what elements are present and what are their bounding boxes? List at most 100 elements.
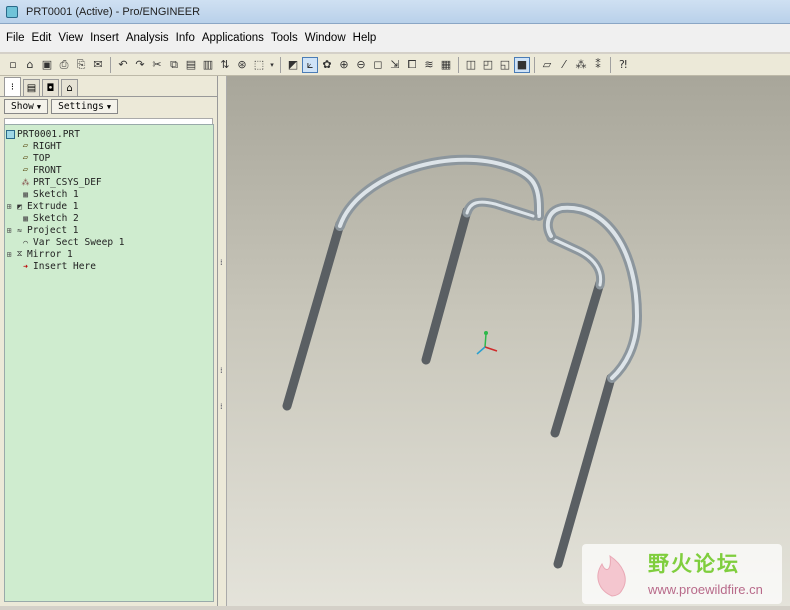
tree-item-prt0001[interactable]: PRT0001.PRT — [5, 128, 213, 140]
menu-tools[interactable]: Tools — [268, 32, 301, 44]
email-icon[interactable]: ✉ — [90, 57, 106, 73]
tree-item-label: FRONT — [33, 164, 62, 176]
context-help-icon[interactable]: ⁈ — [615, 57, 631, 73]
panel-sash[interactable]: ⁞ ⁞ ⁞ — [218, 76, 227, 606]
tree-item-right[interactable]: ▱ RIGHT — [5, 140, 213, 152]
tree-item-label: PRT0001.PRT — [17, 128, 80, 140]
graphics-window[interactable] — [227, 76, 790, 606]
regenerate-icon[interactable]: ⇅ — [217, 57, 233, 73]
folder-browser-tab[interactable]: ▤ — [23, 79, 40, 96]
mirror-icon: ⧖ — [16, 249, 23, 258]
tree-item-mirror-1[interactable]: ⊞ ⧖ Mirror 1 — [5, 248, 213, 260]
model-view — [282, 154, 643, 569]
shading-icon[interactable]: ■ — [514, 56, 530, 73]
wireframe-icon[interactable]: ◫ — [463, 57, 479, 73]
print-icon[interactable]: ⎙ — [56, 57, 72, 73]
coordinate-systems-icon[interactable]: ⁑ — [590, 57, 606, 73]
tree-item-project-1[interactable]: ⊞ ≈ Project 1 — [5, 224, 213, 236]
watermark: 野火论坛 www.proewildfire.cn — [582, 544, 782, 604]
model-tree-tab[interactable]: ⁝ — [4, 77, 21, 96]
select-box-icon[interactable]: ⬚ — [251, 57, 267, 73]
datum-planes-icon[interactable]: ⏥ — [539, 57, 555, 73]
tree-item-top[interactable]: ▱ TOP — [5, 152, 213, 164]
saved-views-icon[interactable]: ⧠ — [404, 57, 420, 73]
chevron-down-icon[interactable]: ▾ — [268, 57, 276, 73]
cut-icon[interactable]: ✂ — [149, 57, 165, 73]
tree-item-label: RIGHT — [33, 140, 62, 152]
menu-applications[interactable]: Applications — [199, 32, 267, 44]
extrude-icon: ◩ — [17, 201, 22, 211]
menu-view[interactable]: View — [55, 32, 86, 44]
sketch-icon: ▩ — [23, 213, 28, 223]
copy-icon[interactable]: ⧉ — [166, 57, 182, 73]
settings-button[interactable]: Settings ▼ — [51, 99, 119, 114]
tree-item-label: Mirror 1 — [27, 248, 73, 260]
sketch-icon: ▩ — [23, 189, 28, 199]
zoom-in-icon[interactable]: ⊕ — [336, 57, 352, 73]
toolbar-separator — [280, 56, 281, 73]
wire-arc-left — [335, 154, 544, 231]
forum-logo-icon — [597, 554, 626, 597]
tree-item-label: Extrude 1 — [27, 200, 79, 212]
tree-item-label: PRT_CSYS_DEF — [33, 176, 102, 188]
insert-here-icon: ➜ — [23, 261, 28, 271]
toolbar-separator — [610, 56, 611, 73]
new-icon[interactable]: ▫ — [5, 57, 21, 73]
menu-bar: File Edit View Insert Analysis Info Appl… — [0, 24, 790, 52]
watermark-chinese-text: 野火论坛 — [648, 552, 740, 576]
show-button[interactable]: Show ▼ — [4, 99, 49, 114]
undo-icon[interactable]: ↶ — [115, 57, 131, 73]
find-icon[interactable]: ⊛ — [234, 57, 250, 73]
model-tree: PRT0001.PRT ▱ RIGHT ▱ TOP ▱ FRONT ⁂ PRT_… — [4, 124, 214, 602]
expand-icon[interactable]: ⊞ — [5, 202, 13, 211]
print-preview-icon[interactable]: ⎘ — [73, 57, 89, 73]
menu-window[interactable]: Window — [302, 32, 349, 44]
paste-icon[interactable]: ▤ — [183, 57, 199, 73]
refit-icon[interactable]: ◻ — [370, 57, 386, 73]
spin-center-icon[interactable]: ⟀ — [302, 56, 318, 73]
view-manager-icon[interactable]: ▦ — [438, 57, 454, 73]
settings-button-label: Settings — [58, 101, 104, 112]
no-hidden-icon[interactable]: ◱ — [497, 57, 513, 73]
paste-special-icon[interactable]: ▥ — [200, 57, 216, 73]
csys-icon: ⁂ — [21, 177, 30, 187]
tree-item-sketch-1[interactable]: ▩ Sketch 1 — [5, 188, 213, 200]
redo-icon[interactable]: ↷ — [132, 57, 148, 73]
datum-axes-icon[interactable]: ⁄ — [556, 57, 572, 73]
reorient-icon[interactable]: ⇲ — [387, 57, 403, 73]
coordinate-triad-icon — [476, 331, 498, 355]
menu-edit[interactable]: Edit — [29, 32, 55, 44]
menu-file[interactable]: File — [3, 32, 28, 44]
datum-plane-icon: ▱ — [22, 153, 29, 163]
menu-help[interactable]: Help — [350, 32, 380, 44]
orient-mode-icon[interactable]: ✿ — [319, 57, 335, 73]
zoom-out-icon[interactable]: ⊖ — [353, 57, 369, 73]
tree-item-front[interactable]: ▱ FRONT — [5, 164, 213, 176]
datum-plane-icon: ▱ — [22, 141, 29, 151]
datum-points-icon[interactable]: ⁂ — [573, 57, 589, 73]
window-title: PRT0001 (Active) - Pro/ENGINEER — [26, 5, 201, 18]
watermark-url: www.proewildfire.cn — [648, 582, 763, 597]
save-icon[interactable]: ▣ — [39, 57, 55, 73]
tree-item-sketch-2[interactable]: ▩ Sketch 2 — [5, 212, 213, 224]
connections-tab[interactable]: ⌂ — [61, 79, 78, 96]
tree-item-label: Sketch 1 — [33, 188, 79, 200]
hidden-line-icon[interactable]: ◰ — [480, 57, 496, 73]
tree-item-insert-here[interactable]: ➜ Insert Here — [5, 260, 213, 272]
menu-analysis[interactable]: Analysis — [123, 32, 172, 44]
tree-item-prt-csys-def[interactable]: ⁂ PRT_CSYS_DEF — [5, 176, 213, 188]
tree-item-label: Var Sect Sweep 1 — [33, 236, 125, 248]
menu-info[interactable]: Info — [173, 32, 198, 44]
favorites-tab[interactable]: ◘ — [42, 79, 59, 96]
tree-item-extrude-1[interactable]: ⊞ ◩ Extrude 1 — [5, 200, 213, 212]
menu-insert[interactable]: Insert — [87, 32, 122, 44]
layers-icon[interactable]: ≋ — [421, 57, 437, 73]
repaint-icon[interactable]: ◩ — [285, 57, 301, 73]
expand-icon[interactable]: ⊞ — [5, 226, 13, 235]
expand-icon[interactable]: ⊞ — [5, 250, 13, 259]
title-bar: PRT0001 (Active) - Pro/ENGINEER — [0, 0, 790, 24]
wire-leg-left — [282, 219, 345, 411]
toolbar-separator — [458, 56, 459, 73]
tree-item-var-sect-sweep-1[interactable]: ⌒ Var Sect Sweep 1 — [5, 236, 213, 248]
open-icon[interactable]: ⌂ — [22, 57, 38, 73]
